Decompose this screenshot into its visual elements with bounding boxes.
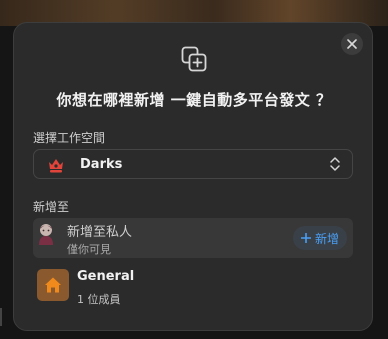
destination-private-subtitle: 僅你可見 [67,243,111,256]
dialog-title: 你想在哪裡新增 一鍵自動多平台發文 ？ [56,91,332,109]
add-destination-dialog: 你想在哪裡新增 一鍵自動多平台發文 ？ 選擇工作空間 Darks 新增至 新增至… [13,22,373,331]
add-button-label: 新增 [314,231,339,246]
destination-label: 新增至 [33,200,70,214]
close-icon [347,39,357,49]
backdrop-edge-mark [0,308,2,326]
avatar [39,224,53,245]
home-icon [45,277,61,293]
destination-private-title: 新增至私人 [67,225,133,240]
add-button[interactable]: 新增 [292,226,347,250]
general-workspace-tile [37,269,69,301]
workspace-select[interactable]: Darks [33,149,353,179]
close-button[interactable] [341,33,363,55]
plus-icon [300,233,311,243]
workspace-label: 選擇工作空間 [33,131,106,145]
add-copy-icon [181,46,207,72]
destination-general-subtitle: 1 位成員 [77,293,121,306]
destination-general-row[interactable]: General 1 位成員 [33,267,353,307]
workspace-selected-value: Darks [80,157,123,172]
chevron-updown-icon [330,157,340,171]
destination-private-row[interactable]: 新增至私人 僅你可見 新增 [33,218,353,258]
destination-general-title: General [77,269,135,284]
crown-icon [49,159,63,173]
